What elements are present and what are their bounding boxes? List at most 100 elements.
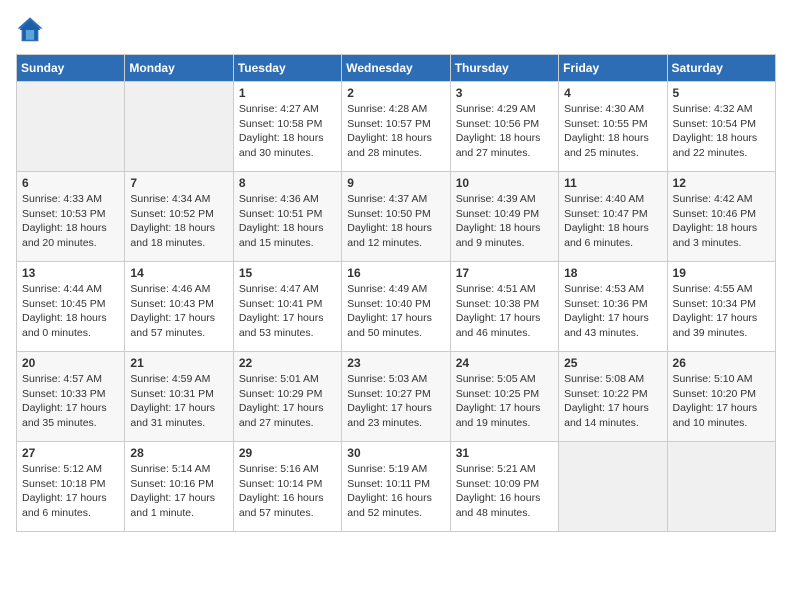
day-number: 23 (347, 356, 444, 370)
day-info: Sunrise: 4:59 AM Sunset: 10:31 PM Daylig… (130, 372, 227, 431)
day-number: 21 (130, 356, 227, 370)
calendar-cell: 5 Sunrise: 4:32 AM Sunset: 10:54 PM Dayli… (667, 82, 775, 172)
day-number: 11 (564, 176, 661, 190)
day-info: Sunrise: 4:47 AM Sunset: 10:41 PM Daylig… (239, 282, 336, 341)
day-info: Sunrise: 4:34 AM Sunset: 10:52 PM Daylig… (130, 192, 227, 251)
day-info: Sunrise: 5:21 AM Sunset: 10:09 PM Daylig… (456, 462, 553, 521)
calendar-cell: 26Sunrise: 5:10 AM Sunset: 10:20 PM Dayl… (667, 352, 775, 442)
calendar-cell: 29 Sunrise: 5:16 AM Sunset: 10:14 PM Dayl… (233, 442, 341, 532)
calendar-cell: 1 Sunrise: 4:27 AM Sunset: 10:58 PM Dayli… (233, 82, 341, 172)
day-info: Sunrise: 5:05 AM Sunset: 10:25 PM Daylig… (456, 372, 553, 431)
page-header (16, 16, 776, 44)
day-info: Sunrise: 4:46 AM Sunset: 10:43 PM Daylig… (130, 282, 227, 341)
logo-icon (16, 16, 44, 44)
calendar-day-header: Tuesday (233, 55, 341, 82)
calendar-cell (559, 442, 667, 532)
day-info: Sunrise: 4:55 AM Sunset: 10:34 PM Daylig… (673, 282, 770, 341)
day-info: Sunrise: 5:08 AM Sunset: 10:22 PM Daylig… (564, 372, 661, 431)
day-info: Sunrise: 4:29 AM Sunset: 10:56 PM Daylig… (456, 102, 553, 161)
calendar-cell: 15 Sunrise: 4:47 AM Sunset: 10:41 PM Dayl… (233, 262, 341, 352)
calendar-cell: 21 Sunrise: 4:59 AM Sunset: 10:31 PM Dayl… (125, 352, 233, 442)
day-number: 3 (456, 86, 553, 100)
day-info: Sunrise: 5:01 AM Sunset: 10:29 PM Daylig… (239, 372, 336, 431)
calendar-cell (125, 82, 233, 172)
day-info: Sunrise: 4:30 AM Sunset: 10:55 PM Daylig… (564, 102, 661, 161)
calendar-cell: 12 Sunrise: 4:42 AM Sunset: 10:46 PM Dayl… (667, 172, 775, 262)
calendar-day-header: Friday (559, 55, 667, 82)
day-number: 18 (564, 266, 661, 280)
day-info: Sunrise: 5:16 AM Sunset: 10:14 PM Daylig… (239, 462, 336, 521)
calendar-cell: 10 Sunrise: 4:39 AM Sunset: 10:49 PM Dayl… (450, 172, 558, 262)
day-info: Sunrise: 4:51 AM Sunset: 10:38 PM Daylig… (456, 282, 553, 341)
day-number: 24 (456, 356, 553, 370)
calendar-cell: 30Sunrise: 5:19 AM Sunset: 10:11 PM Dayl… (342, 442, 450, 532)
logo (16, 16, 48, 44)
calendar-day-header: Monday (125, 55, 233, 82)
calendar-week-row: 13Sunrise: 4:44 AM Sunset: 10:45 PM Dayl… (17, 262, 776, 352)
day-info: Sunrise: 4:28 AM Sunset: 10:57 PM Daylig… (347, 102, 444, 161)
day-number: 31 (456, 446, 553, 460)
calendar-day-header: Saturday (667, 55, 775, 82)
day-number: 7 (130, 176, 227, 190)
calendar-cell: 22 Sunrise: 5:01 AM Sunset: 10:29 PM Dayl… (233, 352, 341, 442)
day-number: 10 (456, 176, 553, 190)
calendar-cell: 23 Sunrise: 5:03 AM Sunset: 10:27 PM Dayl… (342, 352, 450, 442)
calendar-cell: 6 Sunrise: 4:33 AM Sunset: 10:53 PM Dayli… (17, 172, 125, 262)
day-info: Sunrise: 5:03 AM Sunset: 10:27 PM Daylig… (347, 372, 444, 431)
calendar-week-row: 27Sunrise: 5:12 AM Sunset: 10:18 PM Dayl… (17, 442, 776, 532)
day-number: 17 (456, 266, 553, 280)
calendar-cell: 3 Sunrise: 4:29 AM Sunset: 10:56 PM Dayli… (450, 82, 558, 172)
day-info: Sunrise: 5:12 AM Sunset: 10:18 PM Daylig… (22, 462, 119, 521)
day-number: 15 (239, 266, 336, 280)
calendar-cell: 28 Sunrise: 5:14 AM Sunset: 10:16 PM Dayl… (125, 442, 233, 532)
calendar-week-row: 20 Sunrise: 4:57 AM Sunset: 10:33 PM Dayl… (17, 352, 776, 442)
day-number: 6 (22, 176, 119, 190)
calendar-day-header: Wednesday (342, 55, 450, 82)
day-info: Sunrise: 5:14 AM Sunset: 10:16 PM Daylig… (130, 462, 227, 521)
day-number: 29 (239, 446, 336, 460)
calendar-day-header: Thursday (450, 55, 558, 82)
day-info: Sunrise: 4:39 AM Sunset: 10:49 PM Daylig… (456, 192, 553, 251)
day-number: 1 (239, 86, 336, 100)
day-number: 25 (564, 356, 661, 370)
calendar-cell: 31 Sunrise: 5:21 AM Sunset: 10:09 PM Dayl… (450, 442, 558, 532)
day-info: Sunrise: 5:19 AM Sunset: 10:11 PM Daylig… (347, 462, 444, 521)
day-number: 4 (564, 86, 661, 100)
day-info: Sunrise: 4:32 AM Sunset: 10:54 PM Daylig… (673, 102, 770, 161)
calendar-cell (17, 82, 125, 172)
day-number: 14 (130, 266, 227, 280)
day-info: Sunrise: 4:27 AM Sunset: 10:58 PM Daylig… (239, 102, 336, 161)
day-info: Sunrise: 4:36 AM Sunset: 10:51 PM Daylig… (239, 192, 336, 251)
day-number: 5 (673, 86, 770, 100)
calendar-table: SundayMondayTuesdayWednesdayThursdayFrid… (16, 54, 776, 532)
day-number: 8 (239, 176, 336, 190)
calendar-cell (667, 442, 775, 532)
calendar-week-row: 6 Sunrise: 4:33 AM Sunset: 10:53 PM Dayli… (17, 172, 776, 262)
calendar-header-row: SundayMondayTuesdayWednesdayThursdayFrid… (17, 55, 776, 82)
day-info: Sunrise: 4:57 AM Sunset: 10:33 PM Daylig… (22, 372, 119, 431)
calendar-cell: 2Sunrise: 4:28 AM Sunset: 10:57 PM Dayli… (342, 82, 450, 172)
calendar-cell: 16Sunrise: 4:49 AM Sunset: 10:40 PM Dayl… (342, 262, 450, 352)
day-number: 16 (347, 266, 444, 280)
day-number: 20 (22, 356, 119, 370)
calendar-cell: 11 Sunrise: 4:40 AM Sunset: 10:47 PM Dayl… (559, 172, 667, 262)
calendar-day-header: Sunday (17, 55, 125, 82)
day-number: 12 (673, 176, 770, 190)
day-number: 22 (239, 356, 336, 370)
day-info: Sunrise: 4:42 AM Sunset: 10:46 PM Daylig… (673, 192, 770, 251)
calendar-cell: 19 Sunrise: 4:55 AM Sunset: 10:34 PM Dayl… (667, 262, 775, 352)
calendar-cell: 14 Sunrise: 4:46 AM Sunset: 10:43 PM Dayl… (125, 262, 233, 352)
calendar-cell: 18Sunrise: 4:53 AM Sunset: 10:36 PM Dayl… (559, 262, 667, 352)
day-number: 26 (673, 356, 770, 370)
day-number: 9 (347, 176, 444, 190)
day-info: Sunrise: 4:33 AM Sunset: 10:53 PM Daylig… (22, 192, 119, 251)
day-info: Sunrise: 4:40 AM Sunset: 10:47 PM Daylig… (564, 192, 661, 251)
calendar-cell: 27Sunrise: 5:12 AM Sunset: 10:18 PM Dayl… (17, 442, 125, 532)
day-number: 19 (673, 266, 770, 280)
calendar-cell: 9Sunrise: 4:37 AM Sunset: 10:50 PM Dayli… (342, 172, 450, 262)
day-info: Sunrise: 4:44 AM Sunset: 10:45 PM Daylig… (22, 282, 119, 341)
calendar-cell: 25 Sunrise: 5:08 AM Sunset: 10:22 PM Dayl… (559, 352, 667, 442)
calendar-cell: 4 Sunrise: 4:30 AM Sunset: 10:55 PM Dayli… (559, 82, 667, 172)
calendar-cell: 13Sunrise: 4:44 AM Sunset: 10:45 PM Dayl… (17, 262, 125, 352)
day-number: 28 (130, 446, 227, 460)
